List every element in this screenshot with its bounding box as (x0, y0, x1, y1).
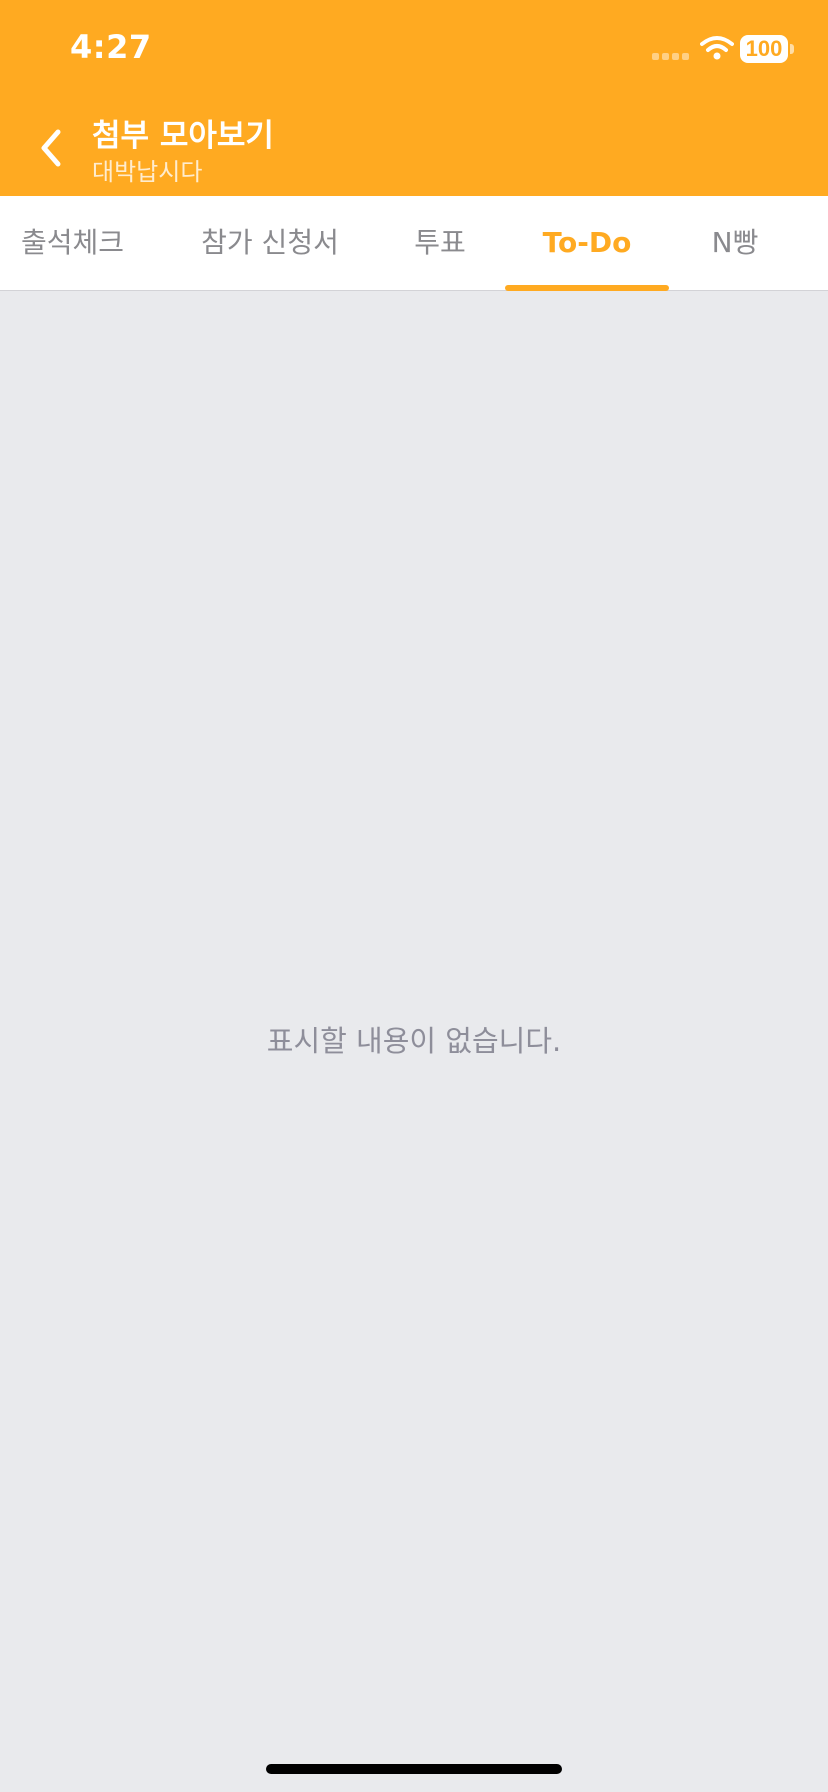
battery-tip (790, 44, 794, 54)
signal-icon (652, 53, 692, 61)
tab-attendance[interactable]: 출석체크 (0, 196, 145, 290)
tab-bar: 출석체크 참가 신청서 투표 To-Do N빵 (0, 196, 828, 291)
chevron-left-icon (41, 129, 61, 167)
home-indicator[interactable] (266, 1764, 562, 1774)
tab-nbbang[interactable]: N빵 (690, 196, 780, 290)
active-tab-indicator (505, 285, 669, 291)
wifi-icon (700, 36, 734, 60)
page-title: 첨부 모아보기 (92, 118, 274, 154)
tab-todo[interactable]: To-Do (505, 196, 669, 290)
tab-application[interactable]: 참가 신청서 (175, 196, 365, 290)
battery-icon: 100 (740, 35, 788, 63)
back-button[interactable] (28, 120, 76, 176)
page-subtitle: 대박납시다 (92, 158, 203, 186)
tab-vote[interactable]: 투표 (395, 196, 485, 290)
empty-state-message: 표시할 내용이 없습니다. (266, 1024, 562, 1058)
status-time: 4:27 (70, 28, 152, 66)
app-header: 4:27 100 첨부 모아보기 대박납시다 (0, 0, 828, 196)
